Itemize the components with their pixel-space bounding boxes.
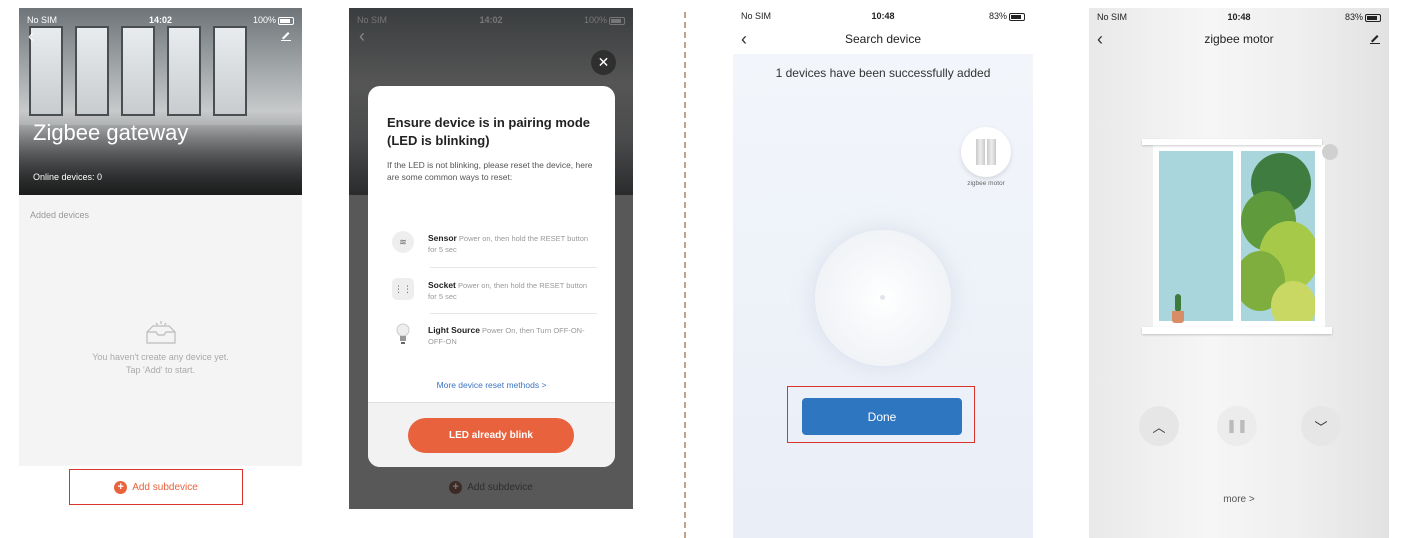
battery-icon xyxy=(1009,12,1026,21)
page-title: Search device xyxy=(844,32,922,46)
curtain-rail xyxy=(1142,139,1322,145)
carrier: No SIM xyxy=(27,15,58,25)
device-label: zigbee motor xyxy=(967,180,1005,187)
close-button[interactable]: ✕ xyxy=(591,50,616,75)
online-devices: Online devices: 0 xyxy=(33,172,103,182)
reset-item-light: Light Source Power On, then Turn OFF-ON-… xyxy=(392,323,597,361)
curtain-icon xyxy=(976,139,996,165)
motor-control-screen: No SIM 10:48 83% ‹ zigbee motor ︿ ❚❚ ﹀ m… xyxy=(1089,8,1389,538)
battery-icon xyxy=(1365,13,1382,22)
divider xyxy=(430,267,597,268)
window-decoration xyxy=(121,26,155,116)
window-decoration xyxy=(29,26,63,116)
edit-pencil-icon[interactable] xyxy=(1369,26,1381,52)
page-title: zigbee motor xyxy=(1204,32,1274,46)
add-subdevice-button[interactable]: + Add subdevice xyxy=(69,469,243,505)
reset-item-socket: ⋮⋮ Socket Power on, then hold the RESET … xyxy=(392,278,588,301)
modal-footer: LED already blink xyxy=(368,402,615,467)
add-subdevice-button-dimmed: + Add subdevice xyxy=(349,481,633,494)
nav-bar: ‹ Search device xyxy=(733,24,1033,54)
light-bulb-icon xyxy=(392,323,414,345)
close-button[interactable]: ﹀ xyxy=(1301,406,1341,446)
status-bar: No SIM 10:48 83% xyxy=(1089,8,1389,26)
pairing-modal: Ensure device is in pairing mode (LED is… xyxy=(368,86,615,467)
status-bar: No SIM 10:48 83% xyxy=(733,8,1033,24)
found-device[interactable] xyxy=(961,127,1011,177)
window-decoration xyxy=(213,26,247,116)
open-button[interactable]: ︿ xyxy=(1139,406,1179,446)
clock: 14:02 xyxy=(148,15,173,25)
empty-message: You haven't create any device yet. Tap '… xyxy=(92,352,229,375)
modal-description: If the LED is not blinking, please reset… xyxy=(387,160,593,182)
edit-pencil-icon[interactable] xyxy=(280,28,292,46)
modal-title: Ensure device is in pairing mode (LED is… xyxy=(387,115,591,148)
gateway-screen: No SIM 14:02 100% ‹ Zigbee gateway Onlin… xyxy=(19,8,302,466)
section-label: Added devices xyxy=(30,210,90,220)
back-chevron-icon: ‹ xyxy=(359,26,365,46)
pairing-screen: No SIM 14:02 100% ‹ ✕ Ensure device is i… xyxy=(349,8,633,509)
success-message: 1 devices have been successfully added xyxy=(775,66,991,80)
close-icon: ✕ xyxy=(597,54,610,70)
status-bar: No SIM 14:02 100% xyxy=(19,8,302,32)
done-button[interactable]: Done xyxy=(802,398,962,435)
led-already-blink-button[interactable]: LED already blink xyxy=(408,418,574,453)
more-link[interactable]: more > xyxy=(1089,494,1389,505)
nav-bar: ‹ zigbee motor xyxy=(1089,26,1389,52)
window-illustration xyxy=(1142,139,1338,335)
reset-item-sensor: ≋ Sensor Power on, then hold the RESET b… xyxy=(392,231,597,269)
socket-icon: ⋮⋮ xyxy=(392,278,414,300)
back-chevron-icon[interactable]: ‹ xyxy=(28,26,34,47)
battery-icon xyxy=(608,16,625,25)
back-chevron-icon[interactable]: ‹ xyxy=(741,24,747,54)
empty-box-icon xyxy=(144,319,178,350)
divider xyxy=(430,313,597,314)
done-highlight: Done xyxy=(787,386,975,443)
battery: 100% xyxy=(205,15,294,25)
sensor-icon: ≋ xyxy=(392,231,414,253)
back-chevron-icon[interactable]: ‹ xyxy=(1097,26,1103,52)
status-bar: No SIM 14:02 100% xyxy=(349,8,633,32)
window-decoration xyxy=(167,26,201,116)
window-decoration xyxy=(75,26,109,116)
pause-button[interactable]: ❚❚ xyxy=(1217,406,1257,446)
plus-icon: + xyxy=(449,481,463,494)
window-pane-left xyxy=(1159,151,1233,321)
room-photo xyxy=(19,8,302,195)
pot-icon xyxy=(1172,311,1184,323)
pause-icon: ❚❚ xyxy=(1226,418,1248,433)
window-pane-right xyxy=(1241,151,1315,321)
motor-knob xyxy=(1322,144,1338,160)
battery-icon xyxy=(278,16,294,25)
chevron-up-icon: ︿ xyxy=(1152,419,1166,435)
window-sill xyxy=(1142,327,1332,334)
chevron-down-icon: ﹀ xyxy=(1314,419,1328,435)
search-device-screen: No SIM 10:48 83% ‹ Search device 1 devic… xyxy=(733,8,1033,538)
more-reset-methods-link[interactable]: More device reset methods > xyxy=(368,380,615,390)
radar-animation xyxy=(815,230,951,366)
cactus-icon xyxy=(1175,294,1181,312)
plus-icon: + xyxy=(114,480,128,494)
page-title: Zigbee gateway xyxy=(33,120,189,145)
dashed-divider xyxy=(684,12,686,538)
